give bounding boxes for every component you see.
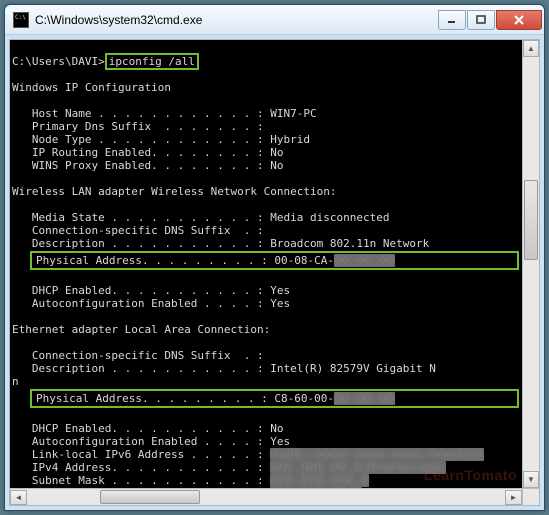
heading-ipconfig: Windows IP Configuration: [12, 81, 171, 94]
scrollbar-corner: [522, 488, 539, 505]
wlan-media-line: Media State . . . . . . . . . . . : Medi…: [12, 211, 390, 224]
wlan-dhcp-line: DHCP Enabled. . . . . . . . . . . : Yes: [12, 284, 290, 297]
nodetype-line: Node Type . . . . . . . . . . . . : Hybr…: [12, 133, 310, 146]
maximize-button[interactable]: [467, 10, 495, 30]
scrollbar-horizontal[interactable]: ◄ ►: [10, 488, 522, 505]
cmd-window: C:\Windows\system32\cmd.exe C:\Users\DAV…: [4, 4, 545, 511]
content-frame: C:\Users\DAVI>ipconfig /all Windows IP C…: [9, 39, 540, 506]
cmd-icon: [13, 12, 29, 28]
prompt: C:\Users\DAVI>ipconfig /all: [12, 55, 199, 68]
eth-dns-line: Connection-specific DNS Suffix . :: [12, 349, 264, 362]
wlan-dns-line: Connection-specific DNS Suffix . :: [12, 224, 264, 237]
eth-subnet-line: Subnet Mask . . . . . . . . . . . : 255.…: [12, 474, 369, 487]
scroll-up-button[interactable]: ▲: [523, 40, 539, 57]
scrollbar-vertical[interactable]: ▲ ▼: [522, 40, 539, 488]
heading-eth: Ethernet adapter Local Area Connection:: [12, 323, 270, 336]
watermark: LearnTomato: [424, 467, 517, 483]
scroll-left-button[interactable]: ◄: [10, 490, 27, 505]
iprouting-line: IP Routing Enabled. . . . . . . . : No: [12, 146, 284, 159]
command-highlight: ipconfig /all: [105, 53, 199, 70]
eth-auto-line: Autoconfiguration Enabled . . . . : Yes: [12, 435, 290, 448]
eth-linklocal-line: Link-local IPv6 Address . . . . . : fe80…: [12, 448, 484, 461]
scroll-thumb-horizontal[interactable]: [100, 490, 200, 504]
hostname-line: Host Name . . . . . . . . . . . . : WIN7…: [12, 107, 317, 120]
winsproxy-line: WINS Proxy Enabled. . . . . . . . : No: [12, 159, 284, 172]
heading-wlan: Wireless LAN adapter Wireless Network Co…: [12, 185, 337, 198]
window-title: C:\Windows\system32\cmd.exe: [35, 13, 438, 27]
scroll-thumb-vertical[interactable]: [524, 180, 538, 260]
title-bar[interactable]: C:\Windows\system32\cmd.exe: [5, 5, 544, 35]
eth-ipv4-line: IPv4 Address. . . . . . . . . . . : 192.…: [12, 461, 446, 474]
scroll-down-button[interactable]: ▼: [523, 471, 539, 488]
eth-physical-address-highlight: Physical Address. . . . . . . . . : C8-6…: [30, 389, 519, 408]
wlan-auto-line: Autoconfiguration Enabled . . . . : Yes: [12, 297, 290, 310]
terminal-output[interactable]: C:\Users\DAVI>ipconfig /all Windows IP C…: [10, 40, 539, 505]
eth-mac-redacted: XX-XX-XX: [334, 392, 395, 405]
eth-dhcp-line: DHCP Enabled. . . . . . . . . . . : No: [12, 422, 284, 435]
close-button[interactable]: [496, 10, 542, 30]
wlan-desc-line: Description . . . . . . . . . . . : Broa…: [12, 237, 429, 250]
scroll-right-button[interactable]: ►: [505, 490, 522, 505]
window-buttons: [438, 10, 542, 30]
primarydns-line: Primary Dns Suffix . . . . . . . :: [12, 120, 264, 133]
wlan-mac-redacted: XX-XX-XX: [334, 254, 395, 267]
wlan-physical-address-highlight: Physical Address. . . . . . . . . : 00-0…: [30, 251, 519, 270]
eth-desc-line: Description . . . . . . . . . . . : Inte…: [12, 362, 436, 375]
minimize-button[interactable]: [438, 10, 466, 30]
eth-desc-tail: n: [12, 375, 19, 388]
